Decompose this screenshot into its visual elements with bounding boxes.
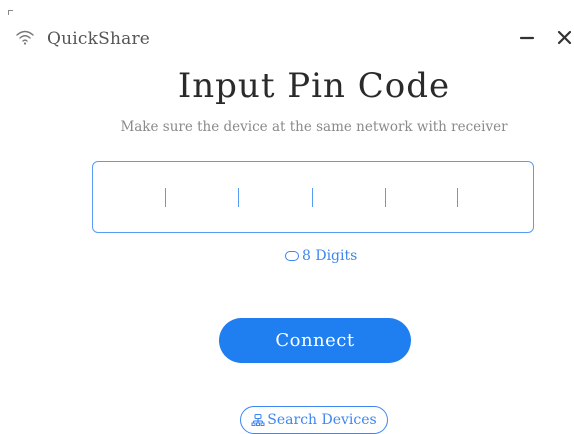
- minimize-button[interactable]: [516, 26, 538, 48]
- digit-length-label: 8 Digits: [302, 246, 357, 266]
- pin-digit-slot[interactable]: [385, 188, 386, 207]
- connect-button[interactable]: Connect: [219, 318, 411, 363]
- oval-toggle-icon: [285, 251, 299, 261]
- search-devices-button[interactable]: Search Devices: [240, 406, 388, 434]
- page-subtitle: Make sure the device at the same network…: [0, 117, 574, 137]
- page-title: Input Pin Code: [0, 64, 574, 108]
- app-title: QuickShare: [47, 28, 150, 50]
- digit-length-toggle[interactable]: 8 Digits: [285, 246, 357, 266]
- minimize-icon: [516, 26, 538, 48]
- search-devices-icon: [251, 413, 265, 427]
- search-devices-label: Search Devices: [267, 410, 376, 430]
- pin-code-input[interactable]: [92, 161, 534, 233]
- pin-digit-slot[interactable]: [238, 188, 239, 207]
- close-icon: [554, 26, 574, 48]
- pin-digit-slot[interactable]: [457, 188, 458, 207]
- wifi-icon: [15, 27, 35, 47]
- pin-digit-slot[interactable]: [165, 188, 166, 207]
- pin-digit-slot[interactable]: [312, 188, 313, 207]
- close-button[interactable]: [554, 26, 574, 48]
